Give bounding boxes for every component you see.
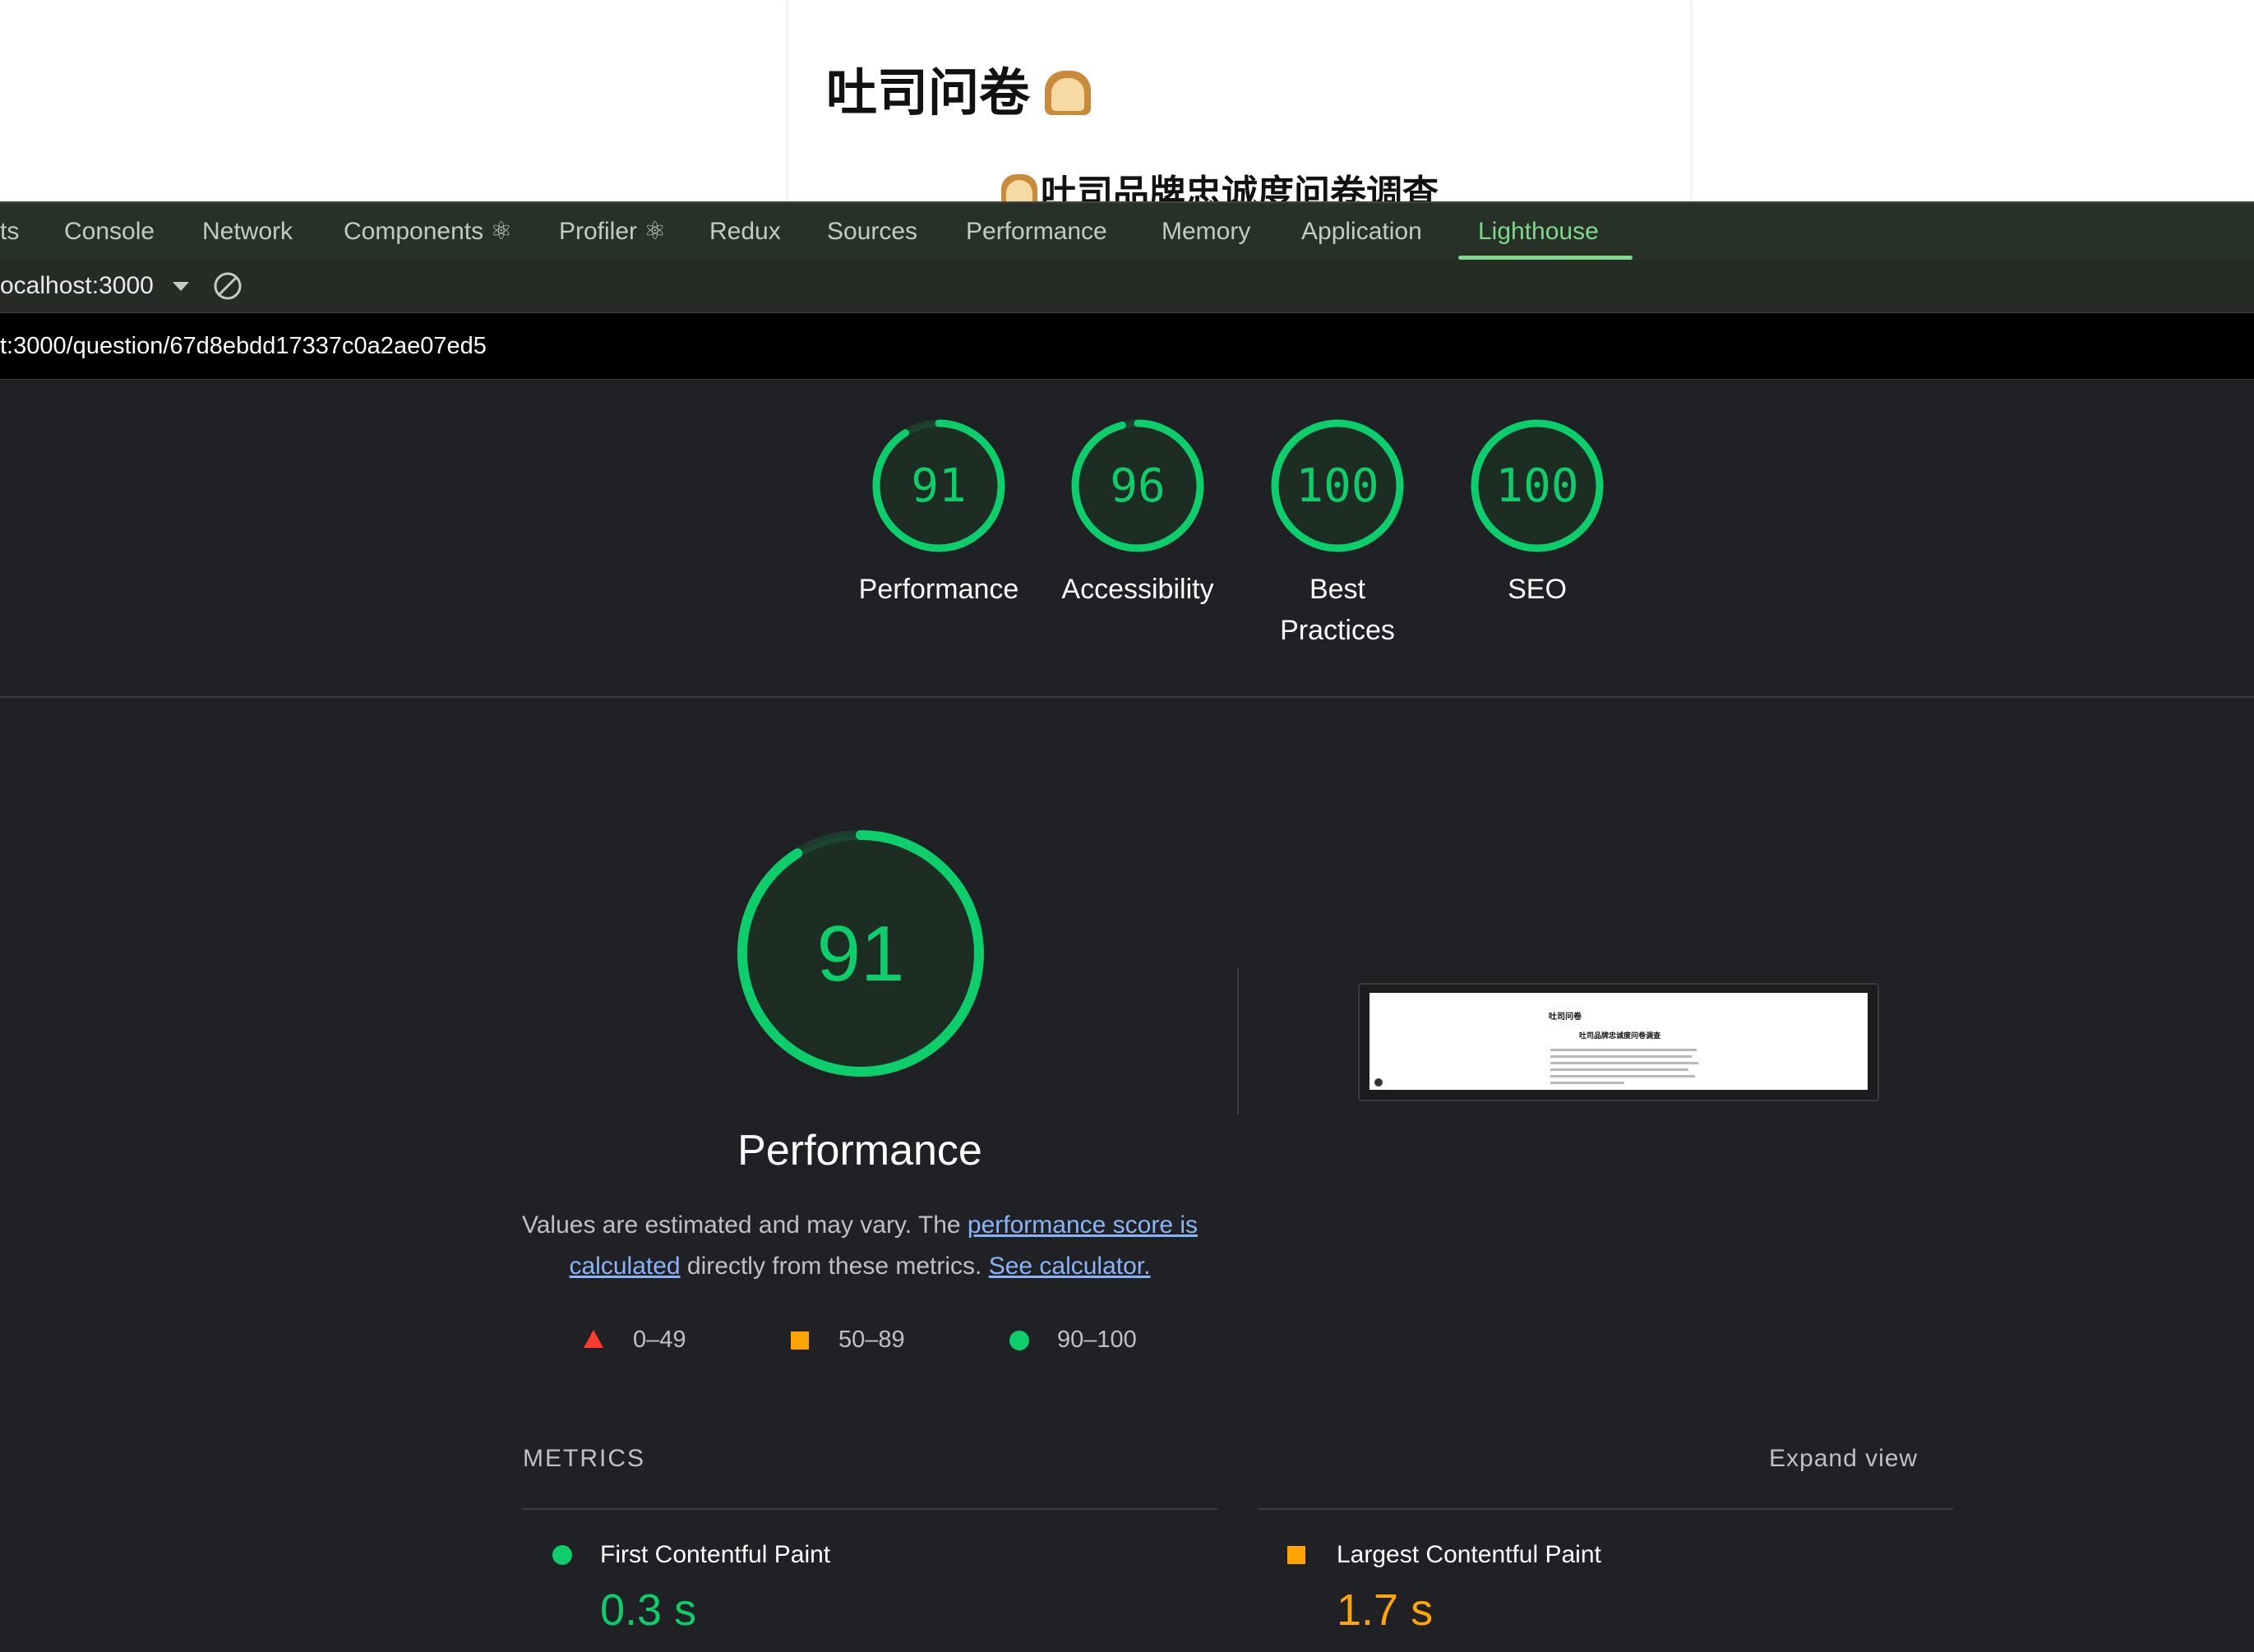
thumbnail-text-line (1550, 1068, 1688, 1071)
gauge-label: Best Practices (1239, 569, 1436, 651)
bread-icon (1001, 174, 1037, 201)
gauge-seo[interactable]: 100 SEO (1439, 418, 1636, 610)
expand-view-button[interactable]: Expand view (1769, 1445, 1918, 1473)
tab-application[interactable]: Application (1301, 203, 1422, 261)
page-title-text: 吐司问卷 (826, 62, 1031, 122)
score-scale-legend: 0–49 50–89 90–100 (0, 1322, 2254, 1358)
gauge-score: 100 (1495, 459, 1578, 513)
legend-range-average: 50–89 (838, 1327, 905, 1353)
tab-profiler[interactable]: Profiler ⚛ (559, 203, 666, 261)
average-square-icon (791, 1331, 809, 1350)
gauge-label: SEO (1508, 574, 1567, 605)
tab-elements[interactable]: ts (0, 203, 19, 261)
inspected-page: 吐司问卷 吐司品牌忠诚度问卷调查 (0, 0, 2254, 201)
pass-circle-icon (552, 1545, 572, 1565)
metrics-divider (523, 1508, 1217, 1510)
metric-value-fcp: 0.3 s (600, 1585, 697, 1635)
gauge-label: Performance (858, 574, 1019, 605)
performance-gauge-large: 91 (737, 830, 984, 1077)
metrics-divider (1259, 1508, 1953, 1510)
legend-range-pass: 90–100 (1057, 1327, 1137, 1353)
gauge-score: 100 (1296, 459, 1379, 513)
thumbnail-subtitle: 吐司品牌忠诚度问卷调查 (1579, 1032, 1661, 1041)
thumbnail-text-line (1550, 1075, 1695, 1077)
thumbnail-text-line (1550, 1082, 1624, 1084)
thumbnail-text-line (1550, 1049, 1697, 1051)
report-origin-select[interactable]: ocalhost:3000 (0, 260, 154, 312)
gauge-label-line: Practices (1280, 615, 1395, 646)
bread-icon (1045, 71, 1092, 115)
see-calculator-link[interactable]: See calculator. (989, 1253, 1151, 1280)
gauge-accessibility[interactable]: 96 Accessibility (1039, 418, 1236, 610)
average-square-icon (1287, 1546, 1305, 1564)
metrics-heading: METRICS (523, 1445, 645, 1472)
page-title: 吐司问卷 (826, 67, 1092, 118)
score-summary: 91 Performance 96 Accessibility 100 Best… (0, 380, 2254, 698)
gauge-ring: 96 (1071, 419, 1204, 552)
performance-description: Values are estimated and may vary. The p… (493, 1205, 1226, 1287)
page-subtitle-text: 吐司品牌忠诚度问卷调查 (1041, 173, 1439, 202)
metric-name-lcp: Largest Contentful Paint (1337, 1541, 1601, 1568)
page-subtitle: 吐司品牌忠诚度问卷调查 (1001, 174, 1439, 201)
thumbnail-badge-icon (1374, 1078, 1383, 1087)
gauge-ring: 100 (1271, 419, 1404, 552)
gauge-ring: 100 (1471, 419, 1604, 552)
gauge-label-line: Best (1309, 574, 1366, 605)
tab-network[interactable]: Network (202, 203, 293, 261)
gauge-label: Accessibility (1061, 574, 1214, 605)
tab-sources[interactable]: Sources (827, 203, 917, 261)
tab-components[interactable]: Components ⚛ (344, 203, 512, 261)
gauge-ring: 91 (872, 419, 1005, 552)
final-screenshot-frame[interactable]: 吐司问卷 吐司品牌忠诚度问卷调查 (1358, 983, 1879, 1101)
report-url[interactable]: t:3000/question/67d8ebdd17337c0a2ae07ed5 (0, 313, 487, 379)
section-divider (1237, 968, 1239, 1114)
tab-memory[interactable]: Memory (1162, 203, 1250, 261)
thumbnail-text-line (1550, 1055, 1692, 1058)
pass-circle-icon (1009, 1331, 1029, 1350)
devtools-tab-bar: ts Console Network Components ⚛ Profiler… (0, 201, 2254, 261)
tab-redux[interactable]: Redux (709, 203, 781, 261)
chevron-down-icon[interactable] (173, 282, 189, 291)
tab-performance[interactable]: Performance (966, 203, 1107, 261)
metric-value-lcp: 1.7 s (1337, 1585, 1434, 1635)
performance-heading: Performance (737, 1127, 982, 1174)
clear-icon[interactable] (212, 270, 243, 302)
desc-text: directly from these metrics. (680, 1253, 989, 1280)
lighthouse-toolbar: ocalhost:3000 (0, 260, 2254, 313)
report-url-bar: t:3000/question/67d8ebdd17337c0a2ae07ed5 (0, 313, 2254, 380)
thumbnail-title: 吐司问卷 (1549, 1013, 1582, 1022)
gauge-score: 96 (1110, 459, 1165, 513)
gauge-performance[interactable]: 91 Performance (840, 418, 1037, 610)
final-screenshot: 吐司问卷 吐司品牌忠诚度问卷调查 (1369, 993, 1868, 1090)
gauge-score: 91 (911, 459, 966, 513)
thumbnail-text-line (1550, 1062, 1698, 1064)
legend-range-fail: 0–49 (633, 1327, 686, 1353)
desc-text: Values are estimated and may vary. The (521, 1211, 968, 1239)
metric-name-fcp: First Contentful Paint (600, 1541, 831, 1568)
performance-score: 91 (817, 910, 905, 998)
fail-triangle-icon (584, 1330, 603, 1348)
gauge-best-practices[interactable]: 100 Best Practices (1239, 418, 1436, 651)
tab-console[interactable]: Console (64, 203, 155, 261)
tab-lighthouse[interactable]: Lighthouse (1478, 203, 1599, 261)
